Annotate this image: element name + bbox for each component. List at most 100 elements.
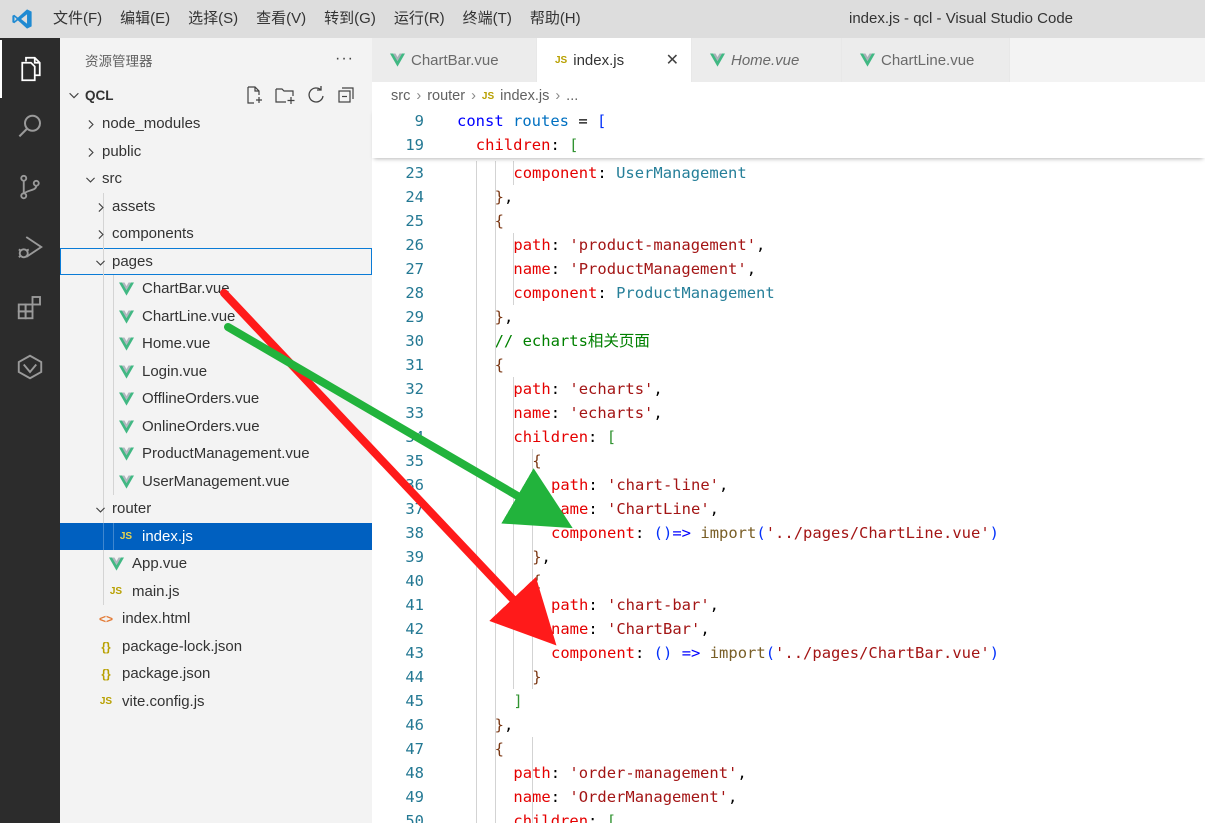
tree-folder-pages[interactable]: pages [60,247,372,275]
code-text: { [494,356,504,374]
tab-chartbar-vue[interactable]: ChartBar.vue [372,38,537,82]
code-line[interactable]: 48 path: 'order-management', [372,761,1205,785]
tree-file-usermanagement-vue[interactable]: UserManagement.vue [60,467,372,495]
code-line[interactable]: 36 path: 'chart-line', [372,473,1205,497]
code-line[interactable]: 43 component: () => import('../pages/Char… [372,641,1205,665]
code-editor[interactable]: 9 const routes = [19 children: [ 23 compone… [372,108,1205,823]
more-actions-icon[interactable]: ··· [335,50,354,68]
code-text: name: 'echarts', [513,404,663,422]
run-debug-icon[interactable] [0,218,60,276]
tree-item-label: package.json [122,665,211,683]
close-tab-icon[interactable]: ✕ [666,50,679,70]
tree-file-app-vue[interactable]: App.vue [60,550,372,578]
breadcrumb-item[interactable]: ... [566,88,578,104]
menu-item-2[interactable]: 选择(S) [179,0,247,38]
explorer-icon[interactable] [0,40,60,98]
tree-folder-router[interactable]: router [60,495,372,523]
menu-item-7[interactable]: 帮助(H) [521,0,590,38]
breadcrumb-item[interactable]: src [391,88,410,104]
code-line[interactable]: 45] [372,689,1205,713]
code-text: } [532,668,542,686]
workspace-root[interactable]: QCL [60,82,372,108]
menu-item-0[interactable]: 文件(F) [44,0,111,38]
menu-item-3[interactable]: 查看(V) [247,0,315,38]
refresh-icon[interactable] [306,85,326,105]
tree-folder-public[interactable]: public [60,138,372,166]
search-icon[interactable] [0,98,60,156]
extensions-icon[interactable] [0,278,60,336]
menu-item-5[interactable]: 运行(R) [385,0,454,38]
tree-file-chartline-vue[interactable]: ChartLine.vue [60,302,372,330]
indent-guide [494,161,496,823]
collapse-all-icon[interactable] [336,85,356,105]
tree-file-chartbar-vue[interactable]: ChartBar.vue [60,275,372,303]
code-text: component: () => import('../pages/ChartB… [551,644,1000,662]
tree-file-productmanagement-vue[interactable]: ProductManagement.vue [60,440,372,468]
menu-item-6[interactable]: 终端(T) [454,0,521,38]
tree-file-login-vue[interactable]: Login.vue [60,357,372,385]
code-line[interactable]: 47 { [372,737,1205,761]
line-number: 29 [405,308,424,326]
line-number: 27 [405,260,424,278]
menu-item-1[interactable]: 编辑(E) [111,0,179,38]
js-badge: JS [99,696,113,707]
code-line[interactable]: 38 component: ()=> import('../pages/Chart… [372,521,1205,545]
tree-item-label: router [112,500,152,518]
tree-folder-components[interactable]: components [60,220,372,248]
tree-file-main-js[interactable]: JS main.js [60,577,372,605]
code-line[interactable]: 24}, [372,185,1205,209]
vue-logo-icon [118,419,134,434]
code-line[interactable]: 30 // echarts相关页面 [372,329,1205,353]
tree-item-label: src [102,170,122,188]
code-text: children: [ [475,136,579,154]
tree-file-package-json[interactable]: {} package.json [60,660,372,688]
breadcrumb-item[interactable]: index.js [500,88,549,104]
code-line[interactable]: 31 { [372,353,1205,377]
code-text: path: 'chart-bar', [551,596,719,614]
code-text: }, [494,308,514,326]
tree-file-index-html[interactable]: <> index.html [60,605,372,633]
breadcrumb-item[interactable]: router [427,88,465,104]
tree-folder-src[interactable]: src [60,165,372,193]
code-line[interactable]: 29}, [372,305,1205,329]
code-line[interactable]: 46}, [372,713,1205,737]
code-line[interactable]: 23 component: UserManagement [372,161,1205,185]
tab-home-vue[interactable]: Home.vue [692,38,842,82]
code-line[interactable]: 25 { [372,209,1205,233]
explorer-sidebar: 资源管理器 ··· QCL node_modules public src asset… [60,38,372,823]
tree-file-package-lock-json[interactable]: {} package-lock.json [60,633,372,661]
code-line[interactable]: 40 { [372,569,1205,593]
source-control-icon[interactable] [0,158,60,216]
tab-index-js[interactable]: JS index.js ✕ [537,38,692,82]
tree-file-vite-config-js[interactable]: JS vite.config.js [60,688,372,716]
remote-explorer-icon[interactable] [0,338,60,396]
code-line[interactable]: 9 const routes = [ [372,109,1205,133]
tree-file-offlineorders-vue[interactable]: OfflineOrders.vue [60,385,372,413]
tree-folder-assets[interactable]: assets [60,192,372,220]
code-line[interactable]: 39}, [372,545,1205,569]
code-line[interactable]: 34 children: [ [372,425,1205,449]
code-line[interactable]: 33 name: 'echarts', [372,401,1205,425]
new-folder-icon[interactable] [274,85,296,105]
code-line[interactable]: 50 children: [ [372,809,1205,823]
code-line[interactable]: 27 name: 'ProductManagement', [372,257,1205,281]
menu-item-4[interactable]: 转到(G) [315,0,385,38]
tree-file-home-vue[interactable]: Home.vue [60,330,372,358]
tree-file-index-js[interactable]: JS index.js [60,522,372,550]
new-file-icon[interactable] [244,85,264,105]
code-line[interactable]: 42 name: 'ChartBar', [372,617,1205,641]
code-line[interactable]: 19 children: [ [372,133,1205,157]
tab-chartline-vue[interactable]: ChartLine.vue [842,38,1010,82]
code-line[interactable]: 32 path: 'echarts', [372,377,1205,401]
vue-logo-icon [118,364,134,379]
code-line[interactable]: 44} [372,665,1205,689]
tree-folder-node-modules[interactable]: node_modules [60,110,372,138]
window-title: index.js - qcl - Visual Studio Code [849,10,1074,27]
code-line[interactable]: 37 name: 'ChartLine', [372,497,1205,521]
code-line[interactable]: 49 name: 'OrderManagement', [372,785,1205,809]
code-line[interactable]: 41 path: 'chart-bar', [372,593,1205,617]
code-line[interactable]: 28 component: ProductManagement [372,281,1205,305]
code-line[interactable]: 35 { [372,449,1205,473]
tree-file-onlineorders-vue[interactable]: OnlineOrders.vue [60,412,372,440]
code-line[interactable]: 26 path: 'product-management', [372,233,1205,257]
